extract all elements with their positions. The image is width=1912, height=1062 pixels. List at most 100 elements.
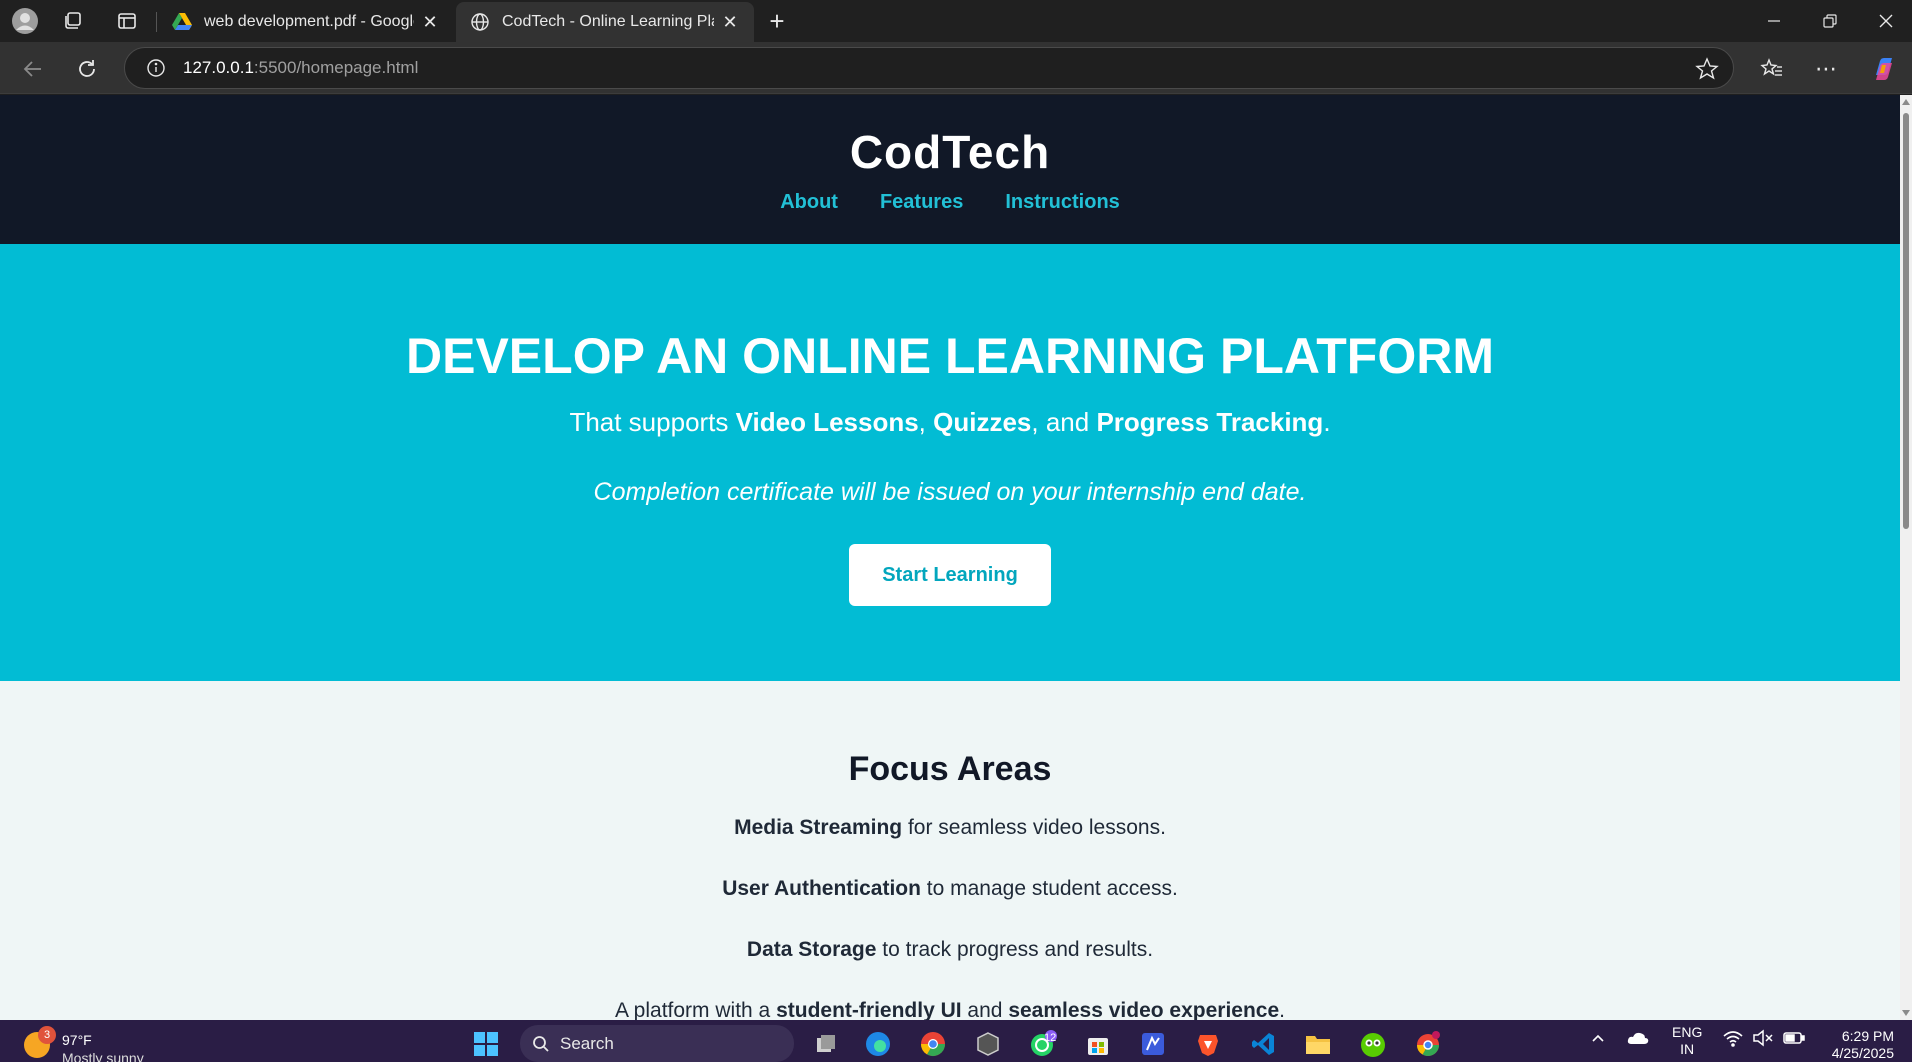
weather-description: Mostly sunny — [62, 1050, 144, 1062]
globe-icon — [470, 12, 490, 32]
language-indicator[interactable]: ENG IN — [1672, 1024, 1702, 1058]
onedrive-cloud-icon[interactable] — [1626, 1028, 1650, 1051]
weather-widget[interactable]: 3 97°F Mostly sunny — [22, 1022, 182, 1062]
tab-title: web development.pdf - Google D — [204, 13, 414, 30]
vscode-icon[interactable] — [1247, 1028, 1279, 1060]
focus-summary: A platform with a student-friendly UI an… — [0, 998, 1900, 1020]
focus-item: Data Storage to track progress and resul… — [0, 937, 1900, 963]
page-scrollbar[interactable] — [1900, 95, 1912, 1020]
hero-certificate-note: Completion certificate will be issued on… — [593, 478, 1307, 506]
more-options-icon[interactable]: ⋯ — [1810, 53, 1842, 85]
hero-section: DEVELOP AN ONLINE LEARNING PLATFORM That… — [0, 244, 1900, 681]
vertical-tabs-icon[interactable] — [112, 6, 142, 36]
tab-separator — [156, 12, 157, 32]
google-drive-icon — [172, 12, 192, 32]
browser-tab-strip: web development.pdf - Google D ✕ CodTech… — [0, 0, 1912, 42]
favorite-star-icon[interactable] — [1695, 57, 1719, 86]
file-explorer-icon[interactable] — [1302, 1028, 1334, 1060]
clock-date: 4/25/2025 — [1831, 1045, 1894, 1061]
tab-web-development-pdf[interactable]: web development.pdf - Google D ✕ — [158, 2, 454, 42]
hero-subtitle-sep: , — [918, 407, 934, 437]
close-tab-icon[interactable]: ✕ — [420, 12, 440, 32]
hero-subtitle-prefix: That supports — [569, 407, 736, 437]
whatsapp-badge: 12 — [1044, 1032, 1057, 1044]
clock-time: 6:29 PM — [1841, 1028, 1894, 1044]
hero-subtitle-end: . — [1323, 407, 1331, 437]
task-view-icon[interactable] — [810, 1028, 842, 1060]
duolingo-icon[interactable] — [1357, 1028, 1389, 1060]
new-tab-button[interactable]: + — [762, 6, 792, 36]
focus-summary-end: . — [1279, 999, 1285, 1020]
app-hex-icon[interactable] — [972, 1028, 1004, 1060]
address-bar[interactable]: 127.0.0.1:5500/homepage.html — [124, 47, 1734, 89]
brave-browser-icon[interactable] — [1192, 1028, 1224, 1060]
workspaces-icon[interactable] — [58, 6, 88, 36]
tab-codtech[interactable]: CodTech - Online Learning Platfor ✕ — [456, 2, 754, 42]
page-viewport: CodTech About Features Instructions DEVE… — [0, 95, 1900, 1020]
browser-toolbar: 127.0.0.1:5500/homepage.html ⋯ — [0, 42, 1912, 94]
focus-summary-mid: and — [961, 999, 1009, 1020]
focus-summary-video: seamless video experience — [1008, 999, 1280, 1020]
hero-feature-progress: Progress Tracking — [1096, 407, 1324, 437]
hero-title: DEVELOP AN ONLINE LEARNING PLATFORM — [406, 328, 1494, 384]
focus-item-title: Media Streaming — [734, 816, 903, 839]
nav-link-about[interactable]: About — [780, 191, 838, 214]
battery-icon[interactable] — [1782, 1028, 1806, 1051]
hero-feature-quizzes: Quizzes — [933, 407, 1032, 437]
copilot-icon[interactable] — [1868, 53, 1900, 85]
nav-link-features[interactable]: Features — [880, 191, 963, 214]
focus-item-text: to track progress and results. — [876, 938, 1154, 961]
volume-muted-icon[interactable] — [1752, 1028, 1774, 1051]
site-nav: About Features Instructions — [0, 191, 1900, 214]
favorites-icon[interactable] — [1756, 53, 1788, 85]
hero-subtitle-sep: , and — [1031, 407, 1097, 437]
refresh-icon[interactable] — [70, 52, 104, 86]
focus-areas-section: Focus Areas Media Streaming for seamless… — [0, 681, 1900, 1020]
url-path: :5500/homepage.html — [253, 58, 419, 77]
profile-avatar-icon[interactable] — [10, 6, 40, 36]
focus-item-title: User Authentication — [722, 877, 921, 900]
taskbar-search[interactable]: Search — [520, 1025, 794, 1062]
focus-summary-prefix: A platform with a — [615, 999, 777, 1020]
hero-feature-video: Video Lessons — [735, 407, 919, 437]
scroll-up-arrow-icon[interactable] — [1902, 99, 1910, 105]
minimize-window-icon[interactable] — [1746, 0, 1802, 42]
edge-browser-icon[interactable] — [862, 1028, 894, 1060]
start-learning-button[interactable]: Start Learning — [849, 544, 1051, 606]
focus-item: User Authentication to manage student ac… — [0, 876, 1900, 902]
microsoft-store-icon[interactable] — [1082, 1028, 1114, 1060]
site-info-icon[interactable] — [135, 47, 177, 89]
site-brand[interactable]: CodTech — [0, 95, 1900, 179]
chrome-profile-icon[interactable] — [1412, 1028, 1444, 1060]
focus-item-text: to manage student access. — [920, 877, 1178, 900]
wifi-icon[interactable] — [1722, 1028, 1744, 1051]
language-line1: ENG — [1672, 1024, 1703, 1040]
url-text: 127.0.0.1:5500/homepage.html — [183, 58, 418, 78]
close-tab-icon[interactable]: ✕ — [720, 12, 740, 32]
focus-item-title: Data Storage — [746, 938, 877, 961]
language-line2: IN — [1680, 1041, 1695, 1057]
chrome-icon[interactable] — [917, 1028, 949, 1060]
show-hidden-icons-chevron-icon[interactable] — [1590, 1028, 1606, 1051]
search-icon — [533, 1035, 549, 1052]
windows-taskbar: 3 97°F Mostly sunny Search 12 ENG IN 6:2… — [0, 1020, 1912, 1062]
scroll-down-arrow-icon[interactable] — [1902, 1010, 1910, 1016]
weather-temperature: 97°F — [62, 1032, 92, 1048]
close-window-icon[interactable] — [1858, 0, 1912, 42]
focus-summary-ui: student-friendly UI — [776, 999, 962, 1020]
weather-badge: 3 — [38, 1026, 56, 1044]
tab-title: CodTech - Online Learning Platfor — [502, 13, 714, 30]
nav-link-instructions[interactable]: Instructions — [1005, 191, 1119, 214]
focus-item: Media Streaming for seamless video lesso… — [0, 815, 1900, 841]
app-blue-icon[interactable] — [1137, 1028, 1169, 1060]
back-arrow-icon[interactable] — [16, 52, 50, 86]
windows-start-icon[interactable] — [470, 1028, 502, 1060]
site-header: CodTech About Features Instructions — [0, 95, 1900, 244]
url-host: 127.0.0.1 — [183, 58, 254, 77]
focus-item-text: for seamless video lessons. — [902, 816, 1166, 839]
taskbar-search-label: Search — [560, 1033, 614, 1053]
scrollbar-thumb[interactable] — [1903, 113, 1909, 529]
restore-window-icon[interactable] — [1802, 0, 1858, 42]
focus-areas-heading: Focus Areas — [848, 750, 1052, 788]
system-clock[interactable]: 6:29 PM 4/25/2025 — [1818, 1028, 1894, 1062]
